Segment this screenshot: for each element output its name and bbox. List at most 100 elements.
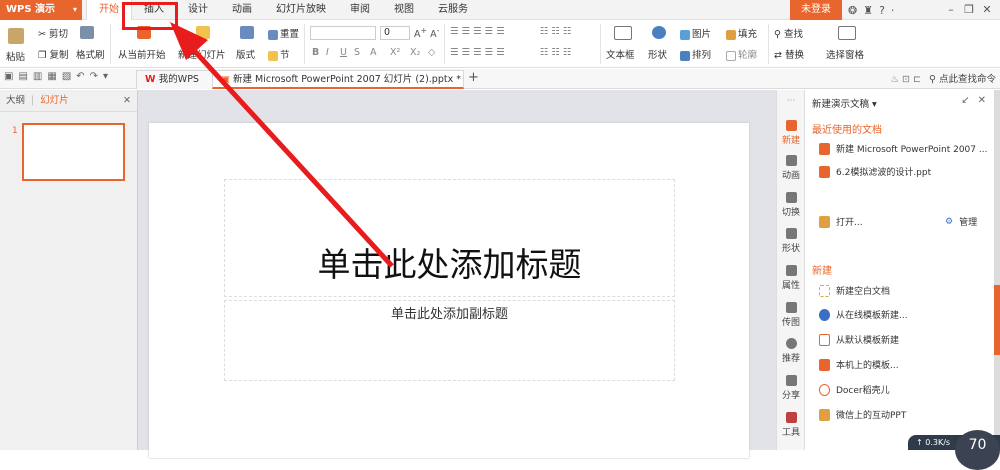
print-preview-icon[interactable]: ▥ xyxy=(33,71,42,82)
tab-cloud[interactable]: 云服务 xyxy=(426,0,480,20)
redo-icon[interactable]: ↷ xyxy=(90,71,98,82)
task-animation[interactable]: 动画 xyxy=(777,155,805,181)
close-icon[interactable]: ✕ xyxy=(978,0,996,20)
outline-button[interactable]: 轮廓 xyxy=(726,47,757,61)
tab-document[interactable]: ▣ 新建 Microsoft PowerPoint 2007 幻灯片 (2).p… xyxy=(212,70,464,89)
open-folder-icon[interactable]: ▣ xyxy=(4,71,13,82)
task-tools[interactable]: 工具 xyxy=(777,412,805,438)
font-size-select[interactable]: 0 xyxy=(380,26,410,40)
slide-canvas[interactable]: 单击此处添加标题 单击此处添加副标题 xyxy=(149,123,749,458)
wechat-ppt-item[interactable]: 微信上的互动PPT xyxy=(819,408,906,421)
task-shape[interactable]: 形状 xyxy=(777,228,805,254)
tab-outline[interactable]: 大纲 xyxy=(6,95,25,106)
superscript-button[interactable]: X² xyxy=(390,47,400,58)
section-label: 节 xyxy=(280,50,290,61)
new-slide-button[interactable]: 新建幻灯片 xyxy=(178,47,226,61)
export-pdf-icon[interactable]: ▧ xyxy=(62,71,71,82)
task-transition[interactable]: 切换 xyxy=(777,192,805,218)
italic-button[interactable]: I xyxy=(326,47,329,58)
manage-button[interactable]: ⚙ 管理 xyxy=(945,215,977,229)
layout-button[interactable]: 版式 xyxy=(236,47,255,61)
recent-doc-item[interactable]: 新建 Microsoft PowerPoint 2007 ... xyxy=(819,142,987,155)
format-painter-icon[interactable] xyxy=(80,26,96,39)
picture-button[interactable]: 图片 xyxy=(680,26,711,40)
clear-format-button[interactable]: ◇ xyxy=(428,47,435,58)
bold-button[interactable]: B xyxy=(312,47,319,58)
cut-button[interactable]: ✂ 剪切 xyxy=(38,26,68,40)
pin-icon[interactable]: ↙ xyxy=(961,95,969,106)
chevron-down-icon[interactable]: ▾ xyxy=(103,71,108,82)
tab-design[interactable]: 设计 xyxy=(176,0,220,20)
tab-view[interactable]: 视图 xyxy=(382,0,426,20)
text-align-icons[interactable]: ☰☰☰☰☰ xyxy=(450,47,508,58)
strike-button[interactable]: S xyxy=(354,47,360,58)
paste-button[interactable]: 粘贴 xyxy=(6,49,25,63)
fill-button[interactable]: 填充 xyxy=(726,26,757,40)
new-slide-icon[interactable] xyxy=(196,26,212,39)
save-icon[interactable]: ▤ xyxy=(18,71,27,82)
select-pane-icon[interactable] xyxy=(838,26,858,40)
replace-button[interactable]: ⇄ 替换 xyxy=(774,47,804,61)
task-recommend[interactable]: 推荐 xyxy=(777,338,805,364)
indent-icons[interactable]: ☷☷☷ xyxy=(540,47,575,58)
skin-icon[interactable]: ❂ xyxy=(848,4,857,17)
tab-review[interactable]: 审阅 xyxy=(338,0,382,20)
font-name-select[interactable] xyxy=(310,26,376,40)
text-box-button[interactable]: 文本框 xyxy=(606,47,635,61)
panel-scrollbar[interactable] xyxy=(994,90,1000,450)
maximize-icon[interactable]: ❐ xyxy=(960,0,978,20)
local-template-item[interactable]: 本机上的模板... xyxy=(819,358,899,371)
task-upload-image[interactable]: 传图 xyxy=(777,302,805,328)
new-default-template-item[interactable]: 从默认模板新建 xyxy=(819,333,899,346)
close-icon[interactable]: ✕ xyxy=(123,90,131,112)
section-button[interactable]: 节 xyxy=(268,47,290,61)
tab-animation[interactable]: 动画 xyxy=(220,0,264,20)
copy-button[interactable]: ❐ 复制 xyxy=(38,47,69,61)
find-button[interactable]: ⚲ 查找 xyxy=(774,26,803,40)
shape-icon[interactable] xyxy=(652,26,668,39)
text-box-icon[interactable] xyxy=(614,26,634,40)
slide-thumbnail[interactable] xyxy=(22,123,125,181)
close-icon[interactable]: ✕ xyxy=(978,95,986,106)
tab-slideshow[interactable]: 幻灯片放映 xyxy=(264,0,338,20)
paste-icon[interactable] xyxy=(8,28,26,44)
select-pane-button[interactable]: 选择窗格 xyxy=(826,47,864,61)
grow-font-icon[interactable]: A+ A- xyxy=(414,26,440,40)
new-online-template-item[interactable]: 从在线模板新建... xyxy=(819,308,908,321)
open-button[interactable]: 打开... xyxy=(819,215,863,228)
minimize-icon[interactable]: – xyxy=(942,0,960,20)
new-tab-button[interactable]: + xyxy=(468,70,479,85)
subtitle-placeholder[interactable]: 单击此处添加副标题 xyxy=(224,300,675,381)
underline-button[interactable]: U xyxy=(340,47,347,58)
undo-icon[interactable]: ↶ xyxy=(76,71,84,82)
task-new[interactable]: 新建 xyxy=(777,120,805,146)
help-icon[interactable]: ? xyxy=(879,4,885,17)
login-button[interactable]: 未登录 xyxy=(790,0,842,20)
task-properties[interactable]: 属性 xyxy=(777,265,805,291)
list-icons[interactable]: ☷☷☷ xyxy=(540,26,575,37)
arrange-button[interactable]: 排列 xyxy=(680,47,711,61)
panel-expand-handle[interactable] xyxy=(994,285,1000,355)
from-current-button[interactable]: 从当前开始 xyxy=(118,47,166,61)
title-placeholder[interactable]: 单击此处添加标题 xyxy=(224,179,675,297)
paragraph-align-icons[interactable]: ☰☰☰☰☰ xyxy=(450,26,508,37)
tab-slides[interactable]: 幻灯片 xyxy=(40,95,69,106)
app-menu-button[interactable]: WPS 演示 ▾ xyxy=(0,0,82,20)
layout-icon[interactable] xyxy=(240,26,256,39)
format-painter-button[interactable]: 格式刷 xyxy=(76,47,105,61)
slides-pane: 大纲 | 幻灯片 ✕ 1 xyxy=(0,90,138,450)
more-icon[interactable]: ··· xyxy=(777,96,805,106)
task-share[interactable]: 分享 xyxy=(777,375,805,401)
docer-item[interactable]: Docer稻壳儿 xyxy=(819,383,890,396)
new-blank-item[interactable]: 新建空白文档 xyxy=(819,284,890,297)
recent-doc-item[interactable]: 6.2模拟滤波的设计.ppt xyxy=(819,165,931,178)
command-search[interactable]: ♨ ⊡ ⊏ ⚲ 点此查找命令 xyxy=(891,71,996,85)
more-icon[interactable]: ⋅ xyxy=(891,4,895,17)
subscript-button[interactable]: X₂ xyxy=(410,47,420,58)
panel-header[interactable]: 新建演示文稿 ▾ xyxy=(812,96,877,110)
reset-button[interactable]: 重置 xyxy=(268,26,299,40)
shape-button[interactable]: 形状 xyxy=(648,47,667,61)
font-color-button[interactable]: A xyxy=(370,47,377,58)
shirt-icon[interactable]: ♜ xyxy=(863,4,873,17)
print-icon[interactable]: ▦ xyxy=(47,71,56,82)
